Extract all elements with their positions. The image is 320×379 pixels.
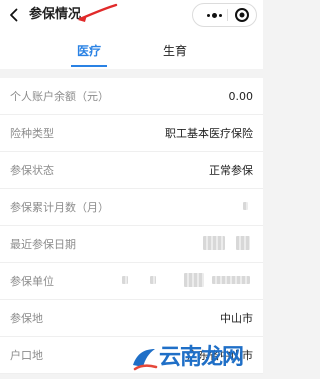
- capsule-divider: [227, 9, 228, 21]
- back-button[interactable]: [4, 4, 24, 26]
- redacted-value: [150, 276, 156, 284]
- row-label: 个人账户余额（元）: [10, 90, 109, 103]
- row-label: 险种类型: [10, 127, 54, 140]
- row-value: 正常参保: [209, 164, 253, 177]
- list-item: 参保状态 正常参保: [0, 152, 263, 189]
- redacted-value: [212, 276, 250, 284]
- row-label: 户口地: [10, 349, 43, 362]
- nav-bar: 参保情况: [0, 0, 263, 34]
- more-dots-icon: [206, 13, 210, 17]
- more-dots-icon: [211, 12, 217, 18]
- row-value: 0.00: [228, 90, 254, 103]
- row-value: 中山市: [220, 312, 253, 325]
- active-tab-indicator: [71, 65, 107, 67]
- redacted-value: [243, 202, 248, 210]
- redacted-value: [236, 236, 250, 250]
- list-item: 参保累计月数（月）: [0, 189, 263, 226]
- list-item: 参保地 中山市: [0, 300, 263, 337]
- close-mini-program-button[interactable]: [233, 6, 251, 24]
- redacted-value: [184, 273, 204, 287]
- row-label: 最近参保日期: [10, 238, 76, 251]
- tab-medical[interactable]: 医疗: [74, 44, 104, 58]
- row-label: 参保单位: [10, 275, 54, 288]
- watermark-text: 云南龙网: [159, 344, 244, 370]
- redacted-value: [122, 276, 128, 284]
- mini-program-capsule: [192, 3, 257, 27]
- close-circle-icon: [235, 8, 249, 22]
- chevron-left-icon: [10, 8, 18, 22]
- row-label: 参保地: [10, 312, 43, 325]
- watermark-logo-icon: [133, 349, 158, 371]
- insurance-info-list: 个人账户余额（元） 0.00 险种类型 职工基本医疗保险 参保状态 正常参保 参…: [0, 78, 263, 374]
- tab-bar: 医疗 生育: [0, 34, 263, 69]
- list-item: 最近参保日期: [0, 226, 263, 263]
- more-button[interactable]: [203, 4, 225, 26]
- redacted-value: [203, 236, 225, 250]
- more-dots-icon: [218, 13, 222, 17]
- site-watermark: 云南龙网: [127, 336, 263, 379]
- red-arrow-annotation: [78, 3, 118, 22]
- tab-maternity[interactable]: 生育: [160, 44, 190, 58]
- row-label: 参保状态: [10, 164, 54, 177]
- list-item: 险种类型 职工基本医疗保险: [0, 115, 263, 152]
- list-item: 个人账户余额（元） 0.00: [0, 78, 263, 115]
- list-item: 参保单位: [0, 263, 263, 300]
- row-value: 职工基本医疗保险: [165, 127, 253, 140]
- row-label: 参保累计月数（月）: [10, 201, 109, 214]
